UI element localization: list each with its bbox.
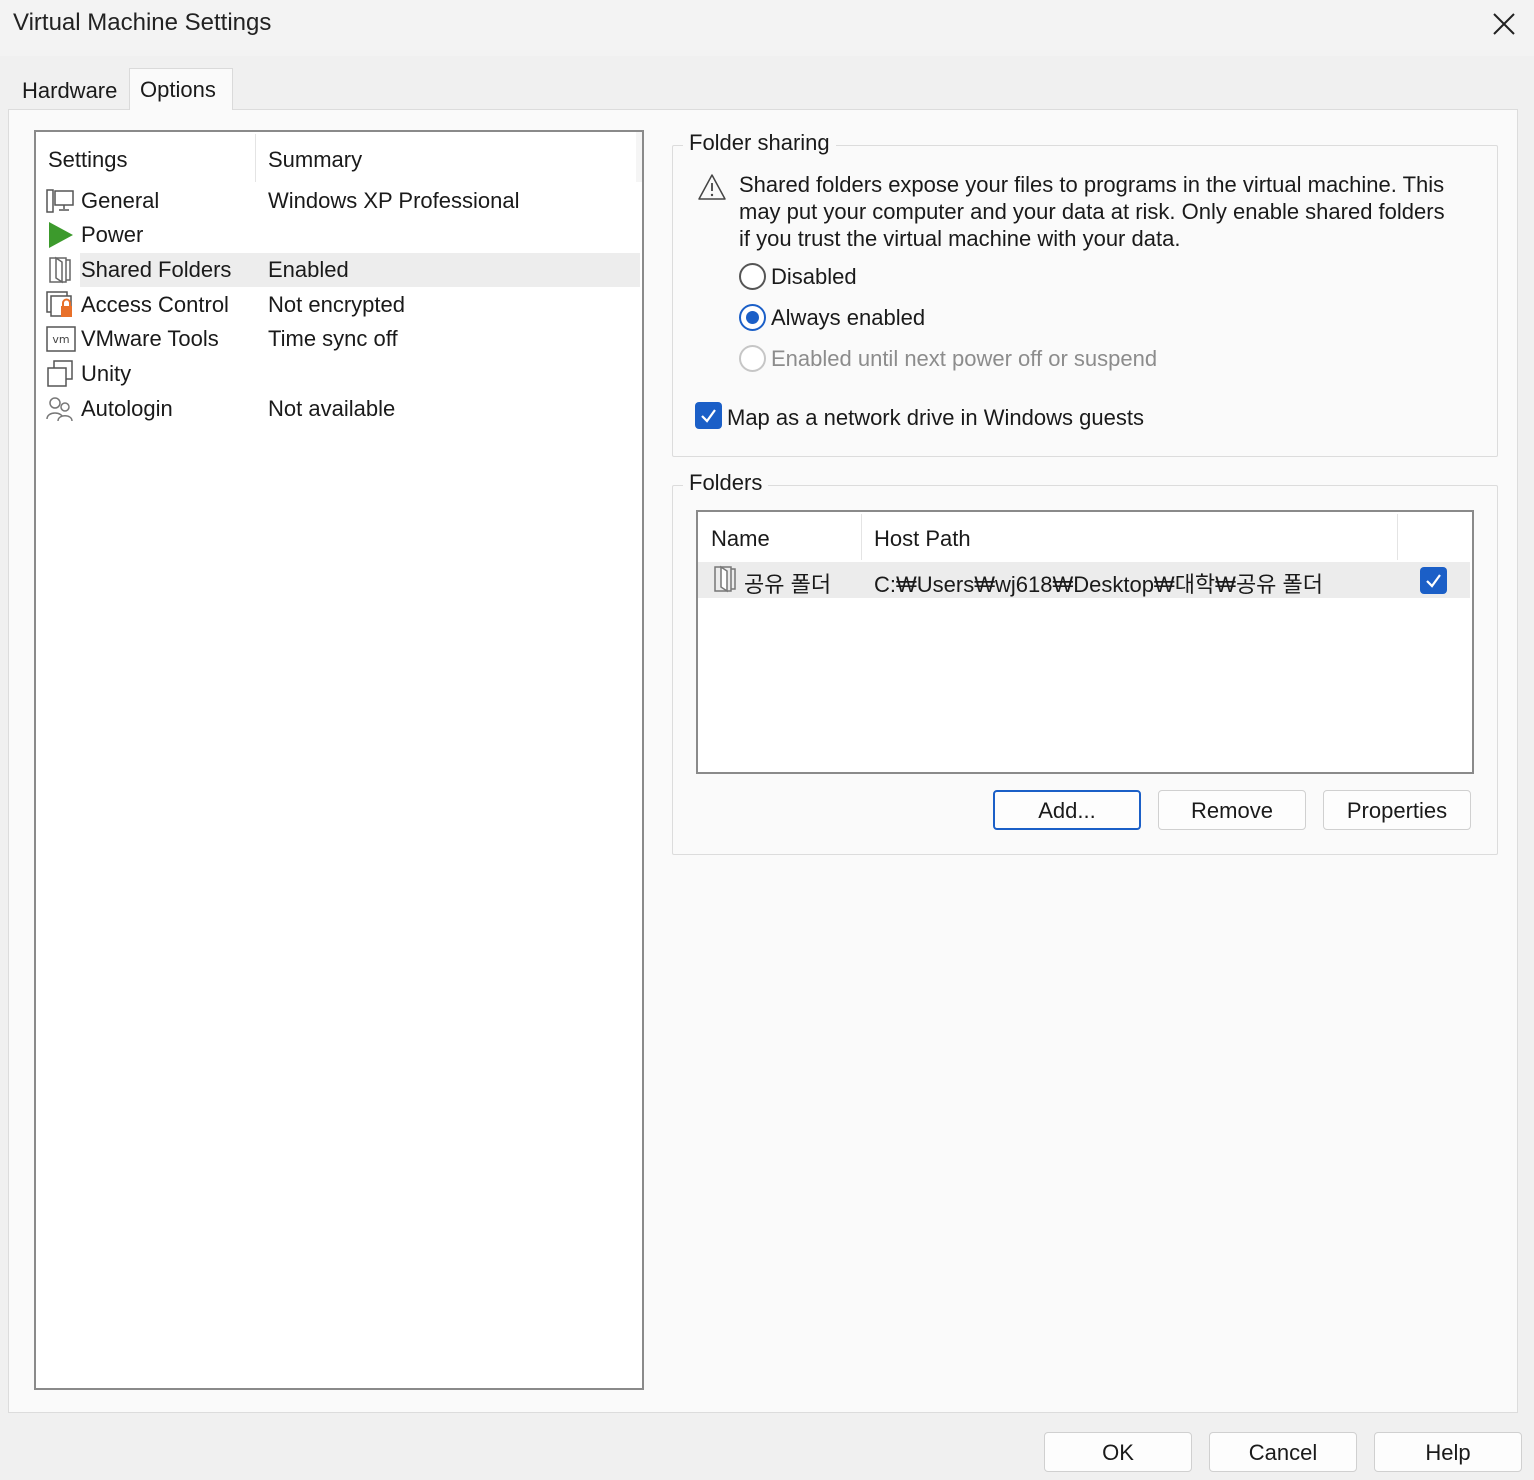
- settings-item-vmware-tools[interactable]: vm VMware Tools Time sync off: [36, 322, 640, 356]
- settings-item-label: Power: [81, 222, 144, 247]
- unity-windows-icon: [47, 360, 73, 387]
- column-divider[interactable]: [861, 514, 862, 560]
- map-network-drive-checkbox[interactable]: [695, 402, 722, 429]
- settings-list[interactable]: Settings Summary General Windows XP Prof…: [34, 130, 644, 1390]
- folder-properties-button[interactable]: Properties: [1323, 790, 1471, 830]
- settings-item-summary: Enabled: [268, 257, 349, 282]
- column-header-summary[interactable]: Summary: [268, 147, 362, 173]
- folder-name: 공유 폴더: [744, 572, 832, 597]
- column-divider[interactable]: [1397, 514, 1398, 560]
- settings-item-label: VMware Tools: [81, 326, 219, 351]
- remove-folder-button[interactable]: Remove: [1158, 790, 1306, 830]
- folder-enabled-checkbox[interactable]: [1420, 567, 1447, 594]
- play-icon: [49, 222, 73, 248]
- settings-item-access-control[interactable]: Access Control Not encrypted: [36, 288, 640, 322]
- folder-row[interactable]: 공유 폴더 C:₩Users₩wj618₩Desktop₩대학₩공유 폴더: [698, 562, 1470, 598]
- settings-item-summary: Not encrypted: [268, 292, 405, 317]
- folder-sharing-label: Folder sharing: [683, 130, 836, 156]
- close-icon: [1493, 13, 1515, 35]
- users-icon: [46, 397, 73, 422]
- column-header-host-path[interactable]: Host Path: [874, 526, 971, 552]
- radio-button: [739, 345, 766, 372]
- settings-item-summary: Time sync off: [268, 326, 398, 351]
- settings-item-power[interactable]: Power: [36, 218, 640, 252]
- tab-options[interactable]: Options: [129, 68, 233, 110]
- warning-text: Shared folders expose your files to prog…: [739, 172, 1445, 251]
- folders-label: Folders: [683, 470, 769, 496]
- radio-button[interactable]: [739, 263, 766, 290]
- help-button[interactable]: Help: [1374, 1432, 1522, 1472]
- radio-button[interactable]: [739, 304, 766, 331]
- settings-item-shared-folders[interactable]: Shared Folders Enabled: [49, 253, 640, 287]
- radio-label[interactable]: Disabled: [771, 264, 857, 290]
- monitor-icon: [46, 189, 74, 213]
- folder-sharing-group: Folder sharing Shared folders expose you…: [672, 130, 1498, 457]
- close-button[interactable]: [1484, 4, 1524, 44]
- vm-icon: vm: [46, 326, 76, 352]
- settings-item-label: Autologin: [81, 396, 173, 421]
- folder-host-path: C:₩Users₩wj618₩Desktop₩대학₩공유 폴더: [874, 572, 1324, 597]
- folders-table[interactable]: Name Host Path 공유 폴더 C:₩Users₩wj618₩Desk…: [696, 510, 1474, 774]
- checkmark-icon: [701, 409, 716, 423]
- settings-item-autologin[interactable]: Autologin Not available: [36, 392, 640, 426]
- shared-folder-icon: [49, 256, 71, 284]
- settings-item-label: Unity: [81, 361, 132, 386]
- radio-label[interactable]: Always enabled: [771, 305, 925, 331]
- cancel-button[interactable]: Cancel: [1209, 1432, 1357, 1472]
- shared-folder-icon: [714, 565, 736, 593]
- settings-item-label: General: [81, 188, 160, 213]
- ok-button[interactable]: OK: [1044, 1432, 1192, 1472]
- lock-icon: [46, 291, 72, 317]
- window-title: Virtual Machine Settings: [13, 9, 272, 36]
- column-header-name[interactable]: Name: [711, 526, 770, 552]
- title-bar: Virtual Machine Settings: [0, 0, 1534, 56]
- checkmark-icon: [1426, 574, 1441, 588]
- options-panel: Settings Summary General Windows XP Prof…: [8, 109, 1518, 1413]
- tab-hardware[interactable]: Hardware: [12, 72, 128, 110]
- settings-item-label: Access Control: [81, 292, 229, 317]
- column-header-settings[interactable]: Settings: [48, 147, 128, 173]
- warning-icon: [698, 174, 726, 200]
- settings-item-summary: Not available: [268, 396, 396, 421]
- column-divider[interactable]: [255, 134, 256, 182]
- settings-item-summary: Windows XP Professional: [268, 188, 520, 213]
- folders-group: Folders Name Host Path 공유 폴더 C:₩Users₩wj…: [672, 470, 1498, 855]
- add-folder-button[interactable]: Add...: [993, 790, 1141, 830]
- settings-item-general[interactable]: General Windows XP Professional: [36, 184, 640, 218]
- svg-text:vm: vm: [52, 333, 69, 346]
- settings-item-label: Shared Folders: [81, 257, 232, 282]
- scrollbar[interactable]: [636, 132, 642, 182]
- settings-list-header: Settings Summary: [36, 132, 642, 184]
- settings-item-unity[interactable]: Unity: [36, 357, 640, 391]
- radio-label: Enabled until next power off or suspend: [771, 346, 1158, 371]
- map-network-drive-label[interactable]: Map as a network drive in Windows guests: [727, 405, 1144, 431]
